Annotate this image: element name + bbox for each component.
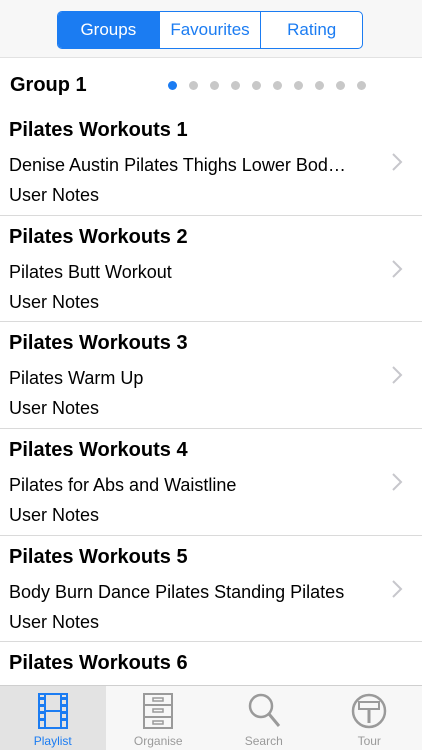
item-subtitle: Denise Austin Pilates Thighs Lower Body … xyxy=(9,155,354,175)
list-item[interactable]: Pilates Workouts 1 Denise Austin Pilates… xyxy=(0,109,422,216)
item-title: Pilates Workouts 4 xyxy=(9,439,188,462)
tab-search[interactable]: Search xyxy=(211,686,317,750)
workout-list[interactable]: Pilates Workouts 1 Denise Austin Pilates… xyxy=(0,109,422,685)
page-indicator[interactable] xyxy=(168,81,366,90)
item-title: Pilates Workouts 3 xyxy=(9,332,188,355)
tab-organise[interactable]: Organise xyxy=(106,686,212,750)
chevron-right-icon xyxy=(392,580,403,598)
segment-rating[interactable]: Rating xyxy=(260,12,362,48)
page-dot[interactable] xyxy=(336,81,345,90)
page-dot[interactable] xyxy=(231,81,240,90)
tab-label: Search xyxy=(244,734,283,748)
page-dot[interactable] xyxy=(189,81,198,90)
list-item[interactable]: Pilates Workouts 4 Pilates for Abs and W… xyxy=(0,429,422,536)
chevron-right-icon xyxy=(392,366,403,385)
tab-label: Tour xyxy=(357,734,381,748)
item-notes: User Notes xyxy=(9,505,100,526)
item-title: Pilates Workouts 1 xyxy=(9,119,188,141)
item-subtitle: Pilates for Abs and Waistline xyxy=(9,475,237,496)
list-item[interactable]: Pilates Workouts 6 xyxy=(0,642,422,685)
search-icon xyxy=(248,693,280,727)
tab-bar: Playlist Organise Search Tour xyxy=(0,685,422,750)
segmented-control: Groups Favourites Rating xyxy=(57,11,363,49)
chevron-right-icon xyxy=(392,259,403,278)
item-title: Pilates Workouts 2 xyxy=(9,225,188,248)
film-icon xyxy=(37,693,68,729)
item-notes: User Notes xyxy=(9,185,100,205)
page-dot[interactable] xyxy=(357,81,366,90)
item-subtitle: Body Burn Dance Pilates Standing Pilates xyxy=(9,581,345,602)
page-dot[interactable] xyxy=(210,81,219,90)
list-item[interactable]: Pilates Workouts 3 Pilates Warm Up User … xyxy=(0,322,422,430)
tab-playlist[interactable]: Playlist xyxy=(0,686,106,750)
item-title: Pilates Workouts 5 xyxy=(9,545,188,568)
list-item[interactable]: Pilates Workouts 2 Pilates Butt Workout … xyxy=(0,216,422,323)
tab-label: Playlist xyxy=(33,734,72,748)
signpost-icon xyxy=(352,693,387,729)
top-bar: Groups Favourites Rating xyxy=(0,0,422,58)
item-notes: User Notes xyxy=(9,398,100,419)
item-subtitle: Pilates Butt Workout xyxy=(9,261,172,282)
item-notes: User Notes xyxy=(9,611,100,632)
chevron-right-icon xyxy=(392,473,403,491)
tab-label: Organise xyxy=(133,734,183,748)
item-notes: User Notes xyxy=(9,291,100,312)
item-title: Pilates Workouts 6 xyxy=(9,652,188,675)
segment-groups[interactable]: Groups xyxy=(58,12,159,48)
page-dot[interactable] xyxy=(168,81,177,90)
page-dot[interactable] xyxy=(252,81,261,90)
page-dot[interactable] xyxy=(273,81,282,90)
page-dot[interactable] xyxy=(315,81,324,90)
group-title: Group 1 xyxy=(10,74,87,96)
list-item[interactable]: Pilates Workouts 5 Body Burn Dance Pilat… xyxy=(0,536,422,643)
cabinet-icon xyxy=(143,693,174,729)
item-subtitle: Pilates Warm Up xyxy=(9,368,144,389)
page-dot[interactable] xyxy=(294,81,303,90)
chevron-right-icon xyxy=(392,153,403,171)
tab-tour[interactable]: Tour xyxy=(317,686,422,750)
segment-favourites[interactable]: Favourites xyxy=(158,12,261,48)
